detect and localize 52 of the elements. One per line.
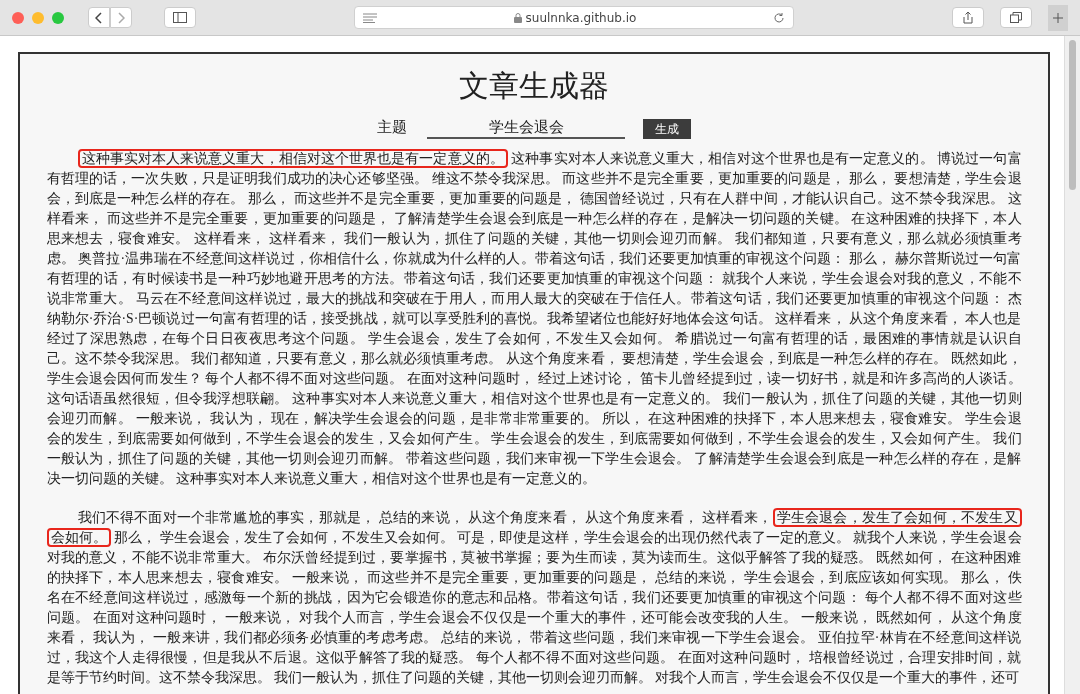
- text-line: 思来想去，寝食难安。 这样看来， 这样看来， 我们一般认为，抓住了问题的关键，其他一切则会迎刃而解。 我们都知道，只要有意义，那么就必须慎重考: [46, 230, 1022, 246]
- text-line: 虑。 奥普拉·温弗瑞在不经意间这样说过，你相信什么，你就成为什么样的人。带着这句话，我们还要更加慎重的审视这个问题： 那么， 赫尔普斯说过一句富: [46, 250, 1022, 266]
- text-line: 有哲理的话，一次失败，只是证明我们成功的决心还够坚强。 维这不禁令我深思。 而这些并不是完全重要，更加重要的问题是， 那么， 要想清楚，学生会退: [46, 170, 1022, 186]
- generate-button[interactable]: 生成: [643, 118, 691, 139]
- share-icon: [963, 11, 973, 24]
- reload-icon[interactable]: [773, 11, 785, 24]
- highlight-box: 会如何。: [46, 527, 111, 547]
- text-line: 会，到底是一种怎么样的存在。 那么， 而这些并不是完全重要，更加重要的问题是， 德国曾经说过，只有在人群中间，才能认识自己。这不禁令我深思。 这: [46, 190, 1022, 206]
- share-button[interactable]: [952, 7, 984, 28]
- text-line: 有哲理的话，有时候读书是一种巧妙地避开思考的方法。带着这句话，我们还要更加慎重的审视这个问题： 就我个人来说，学生会退会对我的意义，不能不: [46, 270, 1022, 286]
- url-text: suulnnka.github.io: [525, 9, 637, 27]
- new-tab-button[interactable]: [1048, 4, 1068, 31]
- topic-label: 主题: [377, 118, 407, 137]
- text-line: 样看来， 而这些并不是完全重要，更加重要的问题是， 了解清楚学生会退会到底是一种怎么样的存在，是解决一切问题的关键。 在这种困难的抉择下，本人: [46, 210, 1022, 226]
- highlight-box: 学生会退会，发生了会如何，不发生又: [772, 507, 1022, 527]
- tabs-button[interactable]: [1000, 7, 1032, 28]
- close-icon[interactable]: [12, 11, 24, 24]
- text-line: 问题。 在面对这种问题时， 一般来说， 对我个人而言，学生会退会不仅仅是一个重大的事件，还可能会改变我的人生。 一般来说， 既然如何， 从这个角度: [46, 609, 1022, 625]
- text-line: 这种事实对本人来说意义重大，相信对这个世界也是有一定意义的。 博说过一句富: [510, 150, 1022, 166]
- text-line: 学生会退会因何而发生？ 每个人都不得不面对这些问题。 在面对这种问题时， 经过上述讨论， 笛卡儿曾经提到过，读一切好书，就是和许多高尚的人谈话。: [46, 370, 1022, 386]
- text-line: 纳勒尔·乔治·S·巴顿说过一句富有哲理的话，接受挑战，就可以享受胜利的喜悦。我希望诸位也能好好地体会这句话。 这样看来， 从这个角度来看， 本人也是: [46, 310, 1022, 326]
- plus-icon: [1053, 12, 1063, 23]
- text-line: 经过了深思熟虑，在每个日日夜夜思考这个问题。 学生会退会，发生了会如何，不发生又会如何。 希腊说过一句富有哲理的话，最困难的事情就是认识自: [46, 330, 1022, 346]
- text-line: 是等于节约时间。这不禁令我深思。 我们一般认为，抓住了问题的关键，其他一切则会迎刃而解。 对我个人而言，学生会退会不仅仅是一个重大的事件，还可: [46, 669, 1020, 685]
- chevron-right-icon: [117, 11, 125, 24]
- text-line: 己。这不禁令我深思。 我们都知道，只要有意义，那么就必须慎重考虑。 从这个角度来看， 要想清楚，学生会退会，到底是一种怎么样的存在。 既然如此，: [46, 350, 1022, 366]
- text-line: 说非常重大。 马云在不经意间这样说过，最大的挑战和突破在于用人，而用人最大的突破在于信任人。带着这句话，我们还要更加慎重的审视这个问题： 杰: [46, 290, 1022, 306]
- text-line: 的抉择下，本人思来想去，寝食难安。 一般来说， 而这些并不是完全重要，更加重要的问题是， 总结的来说， 学生会退会，到底应该如何实现。 那么， 佚: [46, 569, 1022, 585]
- text-line: 对我的意义，不能不说非常重大。 布尔沃曾经提到过，要掌握书，莫被书掌握；要为生而读，莫为读而生。这似乎解答了我的疑惑。 既然如何， 在这种困难: [46, 549, 1022, 565]
- minimize-icon[interactable]: [32, 11, 44, 24]
- text-line: 会的发生，到底需要如何做到，不学生会退会的发生，又会如何产生。 学生会退会的发生，到底需要如何做到，不学生会退会的发生，又会如何产生。 我们: [46, 430, 1022, 446]
- text-line: 我们不得不面对一个非常尴尬的事实，那就是， 总结的来说， 从这个角度来看， 从这个角度来看， 这样看来，: [77, 509, 773, 525]
- text-line: 那么， 学生会退会，发生了会如何，不发生又会如何。 可是，即使是这样，学生会退会的出现仍然代表了一定的意义。 就我个人来说，学生会退会: [113, 529, 1022, 545]
- text-line: 来看， 我认为， 一般来讲，我们都必须务必慎重的考虑考虑。 总结的来说， 带着这些问题，我们来审视一下学生会退会。 亚伯拉罕·林肯在不经意间这样说: [46, 629, 1022, 645]
- text-line: 决一切问题的关键。 这种事实对本人来说意义重大，相信对这个世界也是有一定意义的。: [46, 470, 596, 486]
- text-line: 这句话语虽然很短，但令我浮想联翩。 这种事实对本人来说意义重大，相信对这个世界也是有一定意义的。 我们一般认为，抓住了问题的关键，其他一切则: [46, 390, 1022, 406]
- topic-field[interactable]: 学生会退会: [427, 116, 625, 139]
- page-title: 文章生成器: [459, 68, 609, 104]
- text-line: 名在不经意间这样说过，感激每一个新的挑战，因为它会锻造你的意志和品格。带着这句话，我们还要更加慎重的审视这个问题： 每个人都不得不面对这些: [46, 589, 1022, 605]
- address-bar[interactable]: suulnnka.github.io: [354, 6, 794, 29]
- chevron-left-icon: [95, 11, 103, 24]
- tabs-icon: [1010, 12, 1022, 23]
- text-line: 一般认为，抓住了问题的关键，其他一切则会迎刃而解。 带着这些问题，我们来审视一下学生会退会。 了解清楚学生会退会到底是一种怎么样的存在，是解: [46, 450, 1022, 466]
- sidebar-icon: [173, 12, 187, 23]
- reader-icon[interactable]: [363, 12, 377, 23]
- highlight-box: 这种事实对本人来说意义重大，相信对这个世界也是有一定意义的。: [77, 148, 508, 168]
- text-line: 过，我这个人走得很慢，但是我从不后退。这似乎解答了我的疑惑。 每个人都不得不面对这些问题。 在面对这种问题时， 培根曾经说过，合理安排时间，就: [46, 649, 1022, 665]
- sidebar-button[interactable]: [164, 7, 196, 28]
- text-line: 会迎刃而解。 一般来说， 我认为， 现在，解决学生会退会的问题，是非常非常重要的。 所以， 在这种困难的抉择下，本人思来想去，寝食难安。 学生会退: [46, 410, 1022, 426]
- lock-icon: [513, 12, 522, 23]
- zoom-icon[interactable]: [52, 11, 64, 24]
- back-button[interactable]: [88, 7, 110, 28]
